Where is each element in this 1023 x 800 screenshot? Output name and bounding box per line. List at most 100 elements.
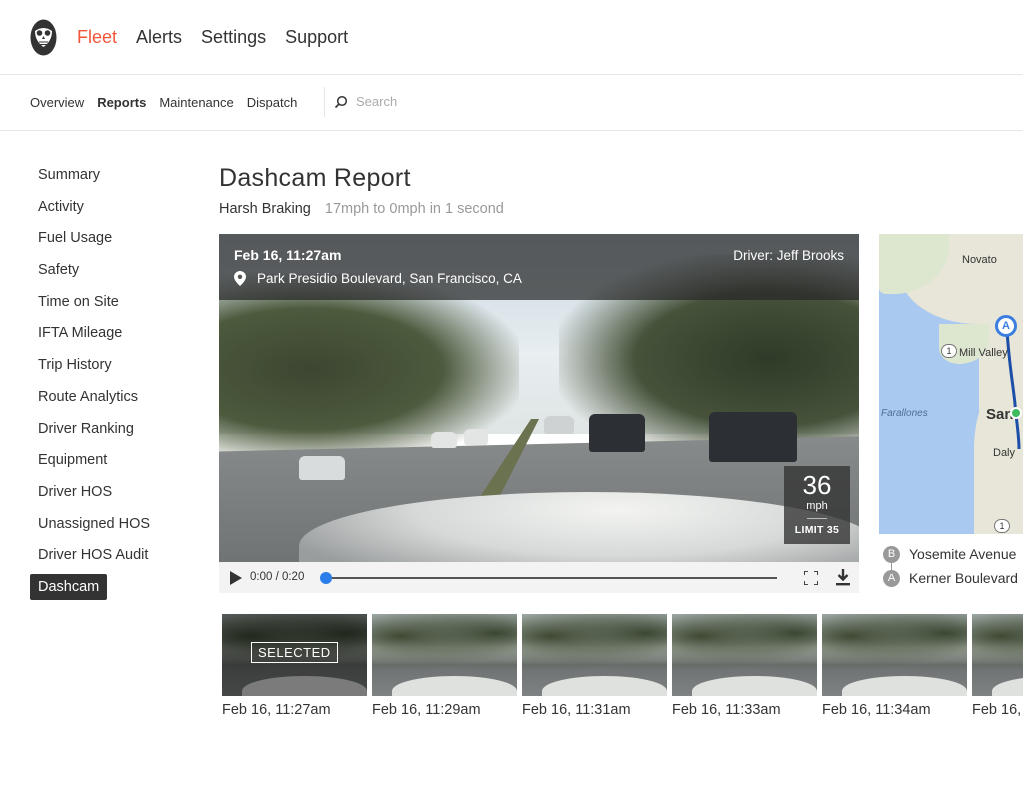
seek-handle[interactable] — [320, 572, 332, 584]
sidebar-item-label: Fuel Usage — [38, 230, 113, 247]
route-line — [1005, 329, 1021, 450]
primary-nav: Fleet Alerts Settings Support — [77, 26, 367, 48]
waypoint-text: Kerner Boulevard — [909, 570, 1018, 586]
time-readout: 0:00 / 0:20 — [250, 571, 305, 583]
video-location-text: Park Presidio Boulevard, San Francisco, … — [257, 271, 522, 286]
sidebar-item-fuel-usage[interactable]: Fuel Usage — [30, 225, 190, 257]
sidebar-item-driver-hos[interactable]: Driver HOS — [30, 479, 190, 511]
sidebar-item-label: IFTA Mileage — [38, 325, 123, 342]
nav-settings[interactable]: Settings — [201, 26, 266, 48]
clip-thumbnail[interactable]: Feb 16, 11:29am — [372, 614, 517, 718]
thumbnail-label: Feb 16, 11:34am — [822, 702, 931, 718]
video-info-overlay: Feb 16, 11:27am Driver: Jeff Brooks Park… — [219, 234, 859, 300]
download-icon[interactable] — [835, 569, 851, 586]
subnav-dispatch[interactable]: Dispatch — [247, 95, 298, 111]
video-frame-car — [589, 414, 645, 452]
video-controls: 0:00 / 0:20 — [219, 562, 859, 593]
dashcam-video[interactable]: Feb 16, 11:27am Driver: Jeff Brooks Park… — [219, 234, 859, 562]
video-driver: Driver: Jeff Brooks — [733, 248, 844, 263]
sidebar-item-label: Activity — [38, 198, 84, 215]
sidebar-item-label: Dashcam — [30, 573, 108, 600]
selected-badge: SELECTED — [251, 642, 338, 663]
video-timestamp: Feb 16, 11:27am — [234, 247, 342, 263]
play-icon[interactable] — [230, 571, 242, 585]
sidebar-item-label: Equipment — [38, 452, 108, 469]
speed-indicator: 36 mph LIMIT 35 — [784, 466, 850, 544]
page-title: Dashcam Report — [219, 164, 411, 192]
waypoint-connector — [891, 560, 892, 574]
thumbnail-image — [972, 614, 1023, 696]
waypoint-b: B Yosemite Avenue — [883, 542, 1023, 566]
secondary-navigation-bar: Overview Reports Maintenance Dispatch — [0, 75, 1023, 131]
clip-thumbnail[interactable]: Feb 16, 11:34am — [822, 614, 967, 718]
speed-value: 36 — [802, 470, 832, 500]
vehicle-position-marker[interactable] — [1010, 407, 1022, 419]
clip-thumbnail[interactable]: Feb 16, 11:33am — [672, 614, 817, 718]
event-detail: 17mph to 0mph in 1 second — [324, 201, 504, 217]
sidebar-item-unassigned-hos[interactable]: Unassigned HOS — [30, 511, 190, 543]
sidebar-item-summary[interactable]: Summary — [30, 162, 190, 194]
clip-thumbnail[interactable]: Feb 16, 11:36am — [972, 614, 1023, 718]
route-waypoints: B Yosemite Avenue A Kerner Boulevard — [883, 542, 1023, 590]
event-type: Harsh Braking — [219, 201, 311, 217]
thumbnail-label: Feb 16, 11:31am — [522, 702, 631, 718]
sidebar-item-label: Unassigned HOS — [38, 515, 151, 532]
subnav-overview[interactable]: Overview — [30, 95, 84, 111]
waypoint-text: Yosemite Avenue — [909, 546, 1017, 562]
video-frame-car — [464, 429, 488, 445]
sidebar-item-label: Driver Ranking — [38, 420, 134, 437]
route-map[interactable]: Novato Mill Valley Farallones San Daly 1… — [879, 234, 1023, 534]
map-label: Farallones — [881, 408, 928, 419]
clip-thumbnails: SELECTED Feb 16, 11:27am Feb 16, 11:29am… — [222, 614, 1023, 724]
speed-unit: mph — [806, 500, 828, 512]
sidebar-item-time-on-site[interactable]: Time on Site — [30, 289, 190, 321]
thumbnail-label: Feb 16, 11:29am — [372, 702, 481, 718]
clip-thumbnail[interactable]: Feb 16, 11:31am — [522, 614, 667, 718]
speed-separator — [807, 518, 827, 519]
video-location: Park Presidio Boulevard, San Francisco, … — [234, 271, 522, 286]
owl-logo-icon[interactable] — [30, 19, 57, 56]
search-box — [334, 94, 516, 109]
thumbnail-image — [522, 614, 667, 696]
video-frame-car — [431, 432, 457, 448]
subnav-divider — [324, 87, 325, 117]
search-icon[interactable] — [334, 95, 348, 109]
sidebar-item-trip-history[interactable]: Trip History — [30, 352, 190, 384]
video-frame-car — [299, 456, 345, 480]
thumbnail-image — [822, 614, 967, 696]
sidebar-item-driver-hos-audit[interactable]: Driver HOS Audit — [30, 542, 190, 574]
sidebar-item-safety[interactable]: Safety — [30, 257, 190, 289]
sidebar-item-driver-ranking[interactable]: Driver Ranking — [30, 416, 190, 448]
nav-alerts[interactable]: Alerts — [136, 26, 182, 48]
sidebar-item-ifta-mileage[interactable]: IFTA Mileage — [30, 320, 190, 352]
sidebar-item-label: Driver HOS Audit — [38, 547, 149, 564]
thumbnail-label: Feb 16, 11:33am — [672, 702, 781, 718]
location-pin-icon — [234, 271, 246, 286]
sidebar-item-activity[interactable]: Activity — [30, 194, 190, 226]
sidebar-item-dashcam[interactable]: Dashcam — [30, 573, 190, 606]
thumbnail-label: Feb 16, 11:36am — [972, 702, 1023, 718]
map-label: Daly — [993, 447, 1016, 459]
nav-support[interactable]: Support — [285, 26, 348, 48]
sidebar-item-label: Route Analytics — [38, 388, 138, 405]
fullscreen-icon[interactable] — [804, 571, 818, 585]
route-start-marker[interactable]: A — [995, 315, 1017, 337]
subnav-maintenance[interactable]: Maintenance — [159, 95, 233, 111]
clip-thumbnail[interactable]: SELECTED Feb 16, 11:27am — [222, 614, 367, 718]
reports-sidebar: Summary Activity Fuel Usage Safety Time … — [30, 162, 190, 606]
map-label: Mill Valley — [959, 347, 1008, 359]
sidebar-item-route-analytics[interactable]: Route Analytics — [30, 384, 190, 416]
thumbnail-image — [672, 614, 817, 696]
sidebar-item-equipment[interactable]: Equipment — [30, 447, 190, 479]
thumbnail-label: Feb 16, 11:27am — [222, 702, 331, 718]
seek-bar[interactable] — [326, 577, 777, 579]
sidebar-item-label: Time on Site — [38, 293, 119, 310]
nav-fleet[interactable]: Fleet — [77, 26, 117, 48]
video-frame-car — [544, 416, 574, 434]
thumbnail-image — [372, 614, 517, 696]
subnav-reports[interactable]: Reports — [97, 95, 146, 111]
sidebar-item-label: Summary — [38, 167, 101, 183]
sidebar-item-label: Trip History — [38, 357, 112, 374]
search-input[interactable] — [356, 94, 516, 109]
top-navigation-bar: Fleet Alerts Settings Support — [0, 0, 1023, 75]
